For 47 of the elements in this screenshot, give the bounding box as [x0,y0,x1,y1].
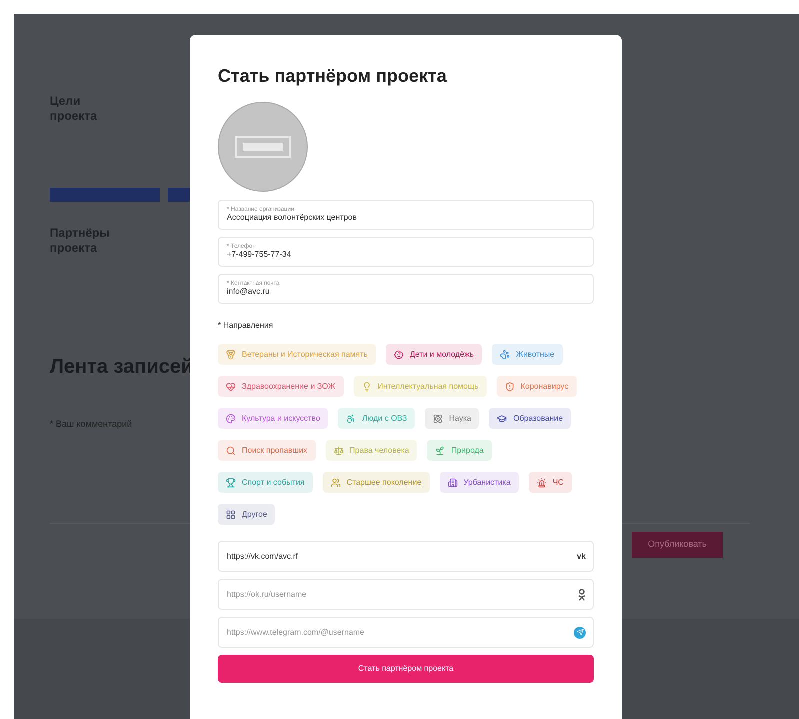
atom-icon [433,414,444,424]
direction-chip[interactable]: Другое [218,504,276,525]
people-icon [330,478,341,488]
direction-chip[interactable]: Права человека [326,440,418,461]
direction-chip[interactable]: Интеллектуальная помощь [354,376,487,397]
direction-chip[interactable]: Животные [492,344,563,365]
search-icon [226,446,236,456]
url-field[interactable]: https://ok.ru/username [218,579,594,610]
submit-button[interactable]: Стать партнёром проекта [218,655,594,683]
vk-icon: vk [577,550,586,562]
paw-icon [500,350,510,360]
child-icon [394,350,404,360]
medal-icon [226,350,236,360]
publish-button[interactable]: Опубликовать [632,532,723,558]
direction-chip[interactable]: Образование [489,408,572,429]
direction-chip[interactable]: Старшее поколение [322,472,430,493]
direction-chip[interactable]: Здравоохранение и ЗОЖ [218,376,344,397]
direction-chip[interactable]: ЧС [528,472,572,493]
heart-icon [226,382,236,392]
lightbulb-icon [362,382,372,392]
siren-icon [536,478,547,488]
wheelchair-icon [346,414,356,424]
modal-title: Стать партнёром проекта [218,65,448,88]
direction-chip[interactable]: Дети и молодёжь [386,344,482,365]
building-icon [448,478,458,488]
direction-chip[interactable]: Люди с ОВЗ [338,408,416,429]
shield-icon [504,382,515,392]
graduation-cap-icon [497,414,508,424]
direction-chip[interactable]: Наука [425,408,480,429]
direction-chip[interactable]: Поиск пропавших [218,440,316,461]
trophy-icon [226,478,236,488]
direction-chip[interactable]: Ветераны и Историческая память [218,344,376,365]
direction-chip[interactable]: Урбанистика [440,472,519,493]
field-value: info@avc.ru [227,287,271,297]
direction-chip[interactable]: Культура и искусство [218,408,328,429]
field-value: +7-499-755-77-34 [227,250,292,260]
url-field[interactable]: https://www.telegram.com/@username [218,617,594,648]
scales-icon [334,446,344,456]
sprout-icon [435,446,446,456]
directions-label: * Направления [218,320,274,332]
palette-icon [226,414,236,424]
direction-chip[interactable]: Природа [427,440,492,461]
person-icon [578,588,586,600]
grid-icon [226,510,236,520]
direction-chip[interactable]: Коронавирус [496,376,577,397]
direction-chip[interactable]: Спорт и события [218,472,313,493]
field-value: Ассоциация волонтёрских центров [227,213,358,223]
